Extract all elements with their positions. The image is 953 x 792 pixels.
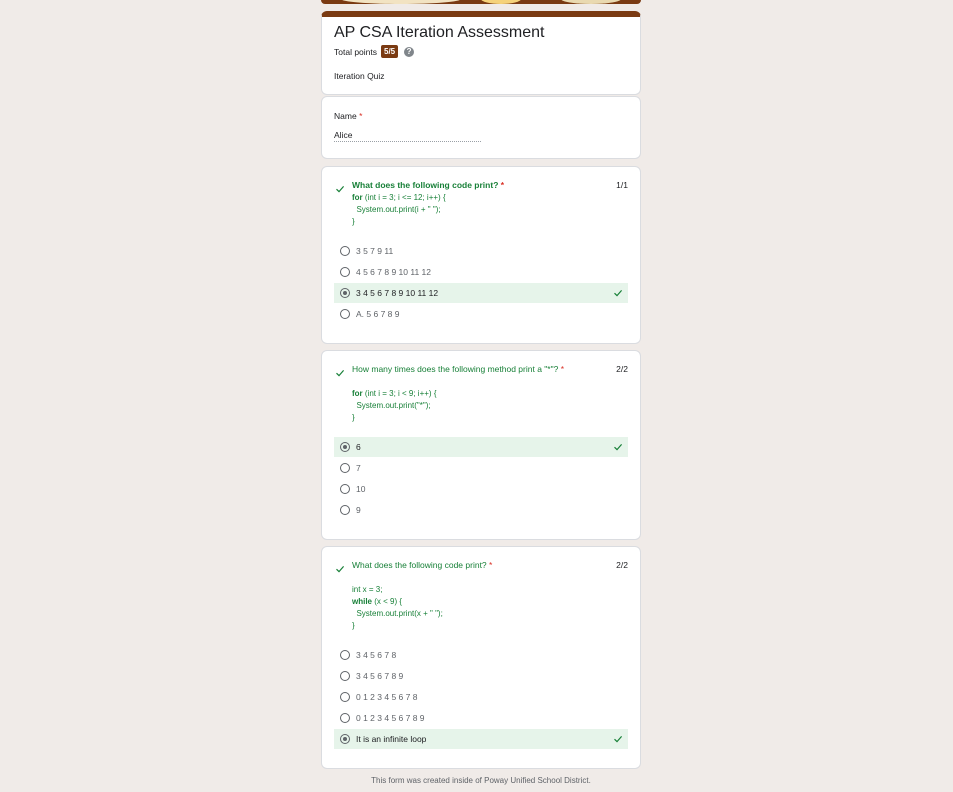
code-line: while (x < 9) {: [352, 597, 403, 606]
form-header-card: AP CSA Iteration Assessment Total points…: [321, 11, 641, 95]
answer-option[interactable]: 10: [334, 479, 628, 499]
radio-selected-icon[interactable]: [340, 442, 350, 452]
radio-icon[interactable]: [340, 309, 350, 319]
required-asterisk: *: [558, 364, 565, 374]
answer-option[interactable]: 4 5 6 7 8 9 10 11 12: [334, 262, 628, 282]
required-asterisk: *: [359, 111, 363, 121]
question-text: What does the following code print? *: [352, 560, 493, 570]
name-answer: Alice: [334, 130, 481, 142]
option-label: 0 1 2 3 4 5 6 7 8 9: [356, 713, 425, 723]
option-label: 3 4 5 6 7 8 9: [356, 671, 404, 681]
code-line: System.out.print(i + " ");: [352, 205, 441, 214]
radio-icon[interactable]: [340, 692, 350, 702]
code-snippet: int x = 3; while (x < 9) { System.out.pri…: [352, 584, 443, 632]
radio-selected-icon[interactable]: [340, 734, 350, 744]
radio-icon[interactable]: [340, 267, 350, 277]
option-label: 6: [356, 442, 361, 452]
answer-option[interactable]: It is an infinite loop: [334, 729, 628, 749]
question-score: 2/2: [616, 364, 628, 374]
header-banner-image: [321, 0, 641, 4]
code-snippet: for (int i = 3; i <= 12; i++) { System.o…: [352, 192, 446, 228]
form-title: AP CSA Iteration Assessment: [334, 24, 545, 41]
code-line: System.out.print(x + " ");: [352, 609, 443, 618]
option-label: It is an infinite loop: [356, 734, 427, 744]
option-label: 7: [356, 463, 361, 473]
option-label: 3 5 7 9 11: [356, 246, 394, 256]
option-label: 0 1 2 3 4 5 6 7 8: [356, 692, 418, 702]
radio-icon[interactable]: [340, 671, 350, 681]
correct-check-icon: [335, 561, 345, 573]
question-score: 2/2: [616, 560, 628, 570]
option-label: 3 4 5 6 7 8: [356, 650, 397, 660]
code-line: for (int i = 3; i < 9; i++) {: [352, 389, 437, 398]
answer-option[interactable]: 0 1 2 3 4 5 6 7 8 9: [334, 708, 628, 728]
code-line: int x = 3;: [352, 585, 383, 594]
answer-option[interactable]: 3 4 5 6 7 8 9: [334, 666, 628, 686]
question-text: What does the following code print? *: [352, 180, 505, 190]
form-footer: This form was created inside of Poway Un…: [371, 776, 591, 785]
answer-option[interactable]: 6: [334, 437, 628, 457]
total-points-label: Total points: [334, 46, 377, 57]
total-points-row: Total points 5/5 ?: [334, 45, 415, 58]
code-line: }: [352, 217, 355, 226]
code-line: }: [352, 621, 355, 630]
radio-icon[interactable]: [340, 505, 350, 515]
name-label: Name *: [334, 111, 363, 121]
correct-check-icon: [335, 181, 345, 193]
answer-option[interactable]: 9: [334, 500, 628, 520]
score-badge: 5/5: [381, 45, 399, 58]
option-label: 9: [356, 505, 361, 515]
radio-icon[interactable]: [340, 713, 350, 723]
option-label: A. 5 6 7 8 9: [356, 309, 400, 319]
help-icon[interactable]: ?: [404, 46, 415, 57]
question-score: 1/1: [616, 180, 628, 190]
code-snippet: for (int i = 3; i < 9; i++) { System.out…: [352, 388, 437, 424]
option-label: 10: [356, 484, 366, 494]
option-label: 4 5 6 7 8 9 10 11 12: [356, 267, 431, 277]
radio-selected-icon[interactable]: [340, 288, 350, 298]
answer-option[interactable]: 3 5 7 9 11: [334, 241, 628, 261]
code-line: System.out.print("*");: [352, 401, 431, 410]
answer-option[interactable]: A. 5 6 7 8 9: [334, 304, 628, 324]
option-label: 3 4 5 6 7 8 9 10 11 12: [356, 288, 439, 298]
required-asterisk: *: [486, 560, 493, 570]
answer-option[interactable]: 7: [334, 458, 628, 478]
name-question-card: Name * Alice: [321, 96, 641, 159]
answer-option[interactable]: 0 1 2 3 4 5 6 7 8: [334, 687, 628, 707]
form-description: Iteration Quiz: [334, 71, 385, 81]
question-card-3: What does the following code print? * 2/2…: [321, 546, 641, 769]
code-line: }: [352, 413, 355, 422]
radio-icon[interactable]: [340, 246, 350, 256]
question-card-1: What does the following code print? * 1/1…: [321, 166, 641, 344]
question-text: How many times does the following method…: [352, 364, 565, 374]
radio-icon[interactable]: [340, 463, 350, 473]
question-card-2: How many times does the following method…: [321, 350, 641, 540]
correct-answer-check-icon: [613, 288, 623, 298]
correct-answer-check-icon: [613, 442, 623, 452]
answer-option[interactable]: 3 4 5 6 7 8 9 10 11 12: [334, 283, 628, 303]
answer-option[interactable]: 3 4 5 6 7 8: [334, 645, 628, 665]
correct-check-icon: [335, 365, 345, 377]
radio-icon[interactable]: [340, 650, 350, 660]
radio-icon[interactable]: [340, 484, 350, 494]
correct-answer-check-icon: [613, 734, 623, 744]
code-line: for (int i = 3; i <= 12; i++) {: [352, 193, 446, 202]
required-asterisk: *: [498, 180, 505, 190]
